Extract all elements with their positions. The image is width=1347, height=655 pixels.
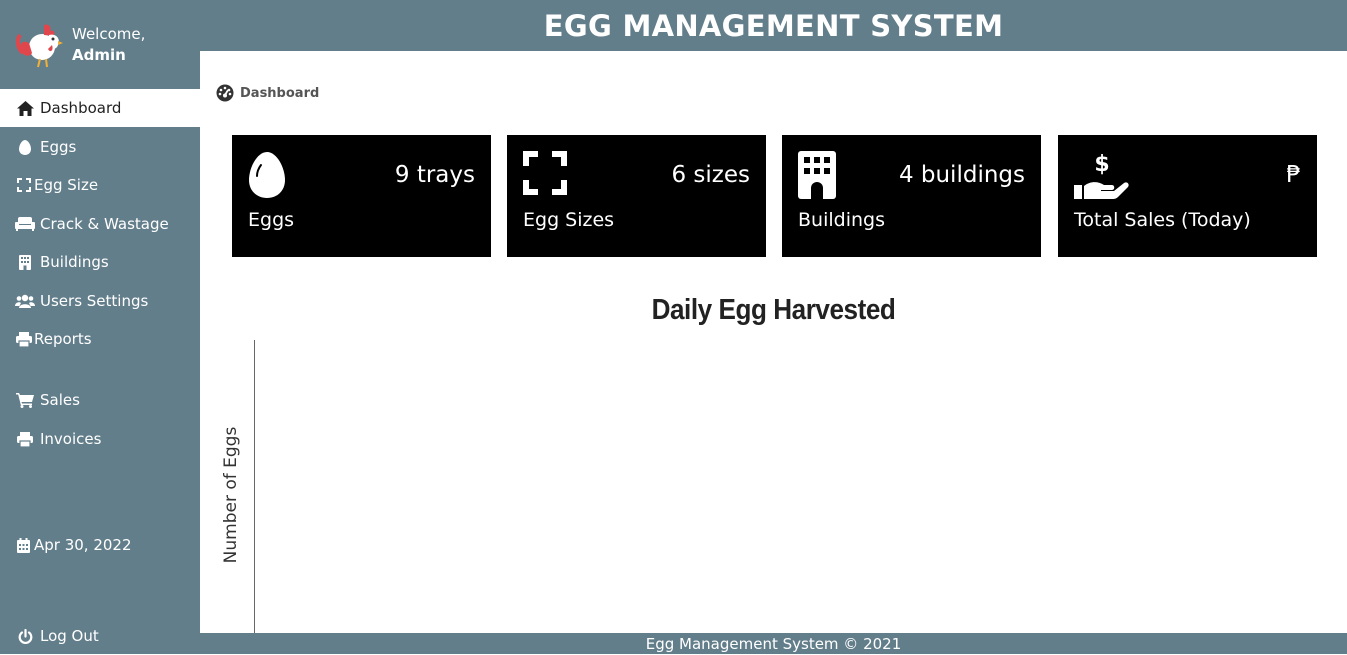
card-label: Buildings (798, 209, 885, 231)
card-value: 9 trays (394, 162, 475, 188)
sidebar-item-crack-wastage[interactable]: Crack & Wastage (0, 205, 200, 243)
hand-dollar-icon: $ (1074, 152, 1129, 199)
logout-button[interactable]: Log Out (0, 617, 200, 655)
sidebar-item-buildings[interactable]: Buildings (0, 243, 200, 281)
egg-icon (249, 152, 285, 198)
sidebar-item-eggs[interactable]: Eggs (0, 128, 200, 166)
sidebar-item-label: Dashboard (40, 99, 122, 117)
card-eggs[interactable]: 9 trays Eggs (232, 135, 491, 257)
building-icon (13, 254, 37, 270)
card-value: 6 sizes (671, 162, 750, 188)
power-icon (13, 628, 37, 644)
breadcrumb-label: Dashboard (240, 85, 320, 101)
sidebar-item-users-settings[interactable]: Users Settings (0, 282, 200, 320)
svg-text:$: $ (1094, 152, 1109, 177)
profile: Welcome, Admin (0, 0, 200, 89)
print-icon (13, 331, 34, 347)
sidebar-item-label: Buildings (40, 253, 109, 271)
building-icon (798, 151, 836, 199)
welcome-text: Welcome, (72, 25, 146, 43)
card-value: ₱ (1286, 162, 1301, 188)
sidebar-item-label: Egg Size (34, 176, 99, 194)
expand-icon (523, 151, 567, 195)
egg-icon (13, 139, 37, 155)
app-header: EGG MANAGEMENT SYSTEM (200, 0, 1347, 51)
card-total-sales[interactable]: $ ₱ Total Sales (Today) (1058, 135, 1317, 257)
card-buildings[interactable]: 4 buildings Buildings (782, 135, 1041, 257)
sidebar-item-label: Crack & Wastage (40, 215, 169, 233)
sidebar-item-dashboard[interactable]: Dashboard (0, 89, 200, 127)
sidebar-item-label: Users Settings (40, 292, 149, 310)
print-icon (13, 431, 37, 447)
chart-y-axis (254, 340, 255, 634)
chart-y-axis-label: Number of Eggs (221, 426, 241, 564)
breadcrumb: Dashboard (216, 84, 319, 102)
home-icon (13, 100, 37, 116)
card-label: Egg Sizes (523, 209, 615, 231)
sidebar-item-invoices[interactable]: Invoices (0, 420, 200, 458)
user-name: Admin (72, 46, 126, 64)
rooster-logo-icon (15, 24, 63, 68)
sidebar-item-label: Sales (40, 391, 80, 409)
sidebar-item-egg-size[interactable]: Egg Size (0, 166, 200, 204)
logout-label: Log Out (40, 627, 99, 645)
card-label: Eggs (248, 209, 295, 231)
sidebar: Welcome, Admin Dashboard Eggs Egg Size C… (0, 0, 200, 654)
sidebar-item-reports[interactable]: Reports (0, 320, 200, 358)
footer-text: Egg Management System © 2021 (645, 634, 902, 653)
users-icon (13, 294, 37, 308)
sidebar-item-label: Reports (34, 330, 92, 348)
sidebar-item-sales[interactable]: Sales (0, 381, 200, 419)
dashboard-gauge-icon (216, 84, 234, 102)
footer: Egg Management System © 2021 (200, 633, 1347, 654)
couch-icon (13, 217, 37, 231)
calendar-icon (13, 537, 34, 553)
card-label: Total Sales (Today) (1074, 209, 1251, 231)
date-text: Apr 30, 2022 (34, 536, 132, 554)
sidebar-item-label: Eggs (40, 138, 77, 156)
cart-icon (13, 392, 37, 408)
card-egg-sizes[interactable]: 6 sizes Egg Sizes (507, 135, 766, 257)
expand-icon (13, 178, 34, 192)
app-title: EGG MANAGEMENT SYSTEM (543, 8, 1004, 43)
current-date: Apr 30, 2022 (0, 526, 200, 564)
card-value: 4 buildings (898, 162, 1025, 188)
chart-title: Daily Egg Harvested (651, 294, 896, 326)
sidebar-item-label: Invoices (40, 430, 102, 448)
